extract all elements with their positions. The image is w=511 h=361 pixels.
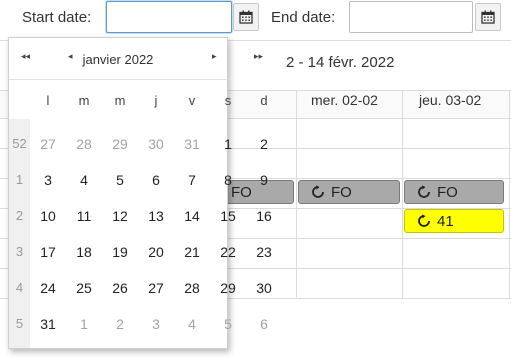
day-cell[interactable]: 8 bbox=[210, 172, 246, 188]
day-cell[interactable]: 7 bbox=[174, 172, 210, 188]
day-cell-other-month[interactable]: 31 bbox=[174, 136, 210, 152]
day-cell[interactable]: 28 bbox=[174, 280, 210, 296]
week-number-column bbox=[9, 119, 30, 348]
day-cell[interactable]: 4 bbox=[66, 172, 102, 188]
week-number: 5 bbox=[15, 316, 24, 331]
day-cell[interactable]: 1 bbox=[210, 136, 246, 152]
next-year-button[interactable]: ▸▸ bbox=[254, 51, 263, 62]
event-label: 41 bbox=[437, 212, 454, 230]
day-cell-other-month[interactable]: 27 bbox=[30, 136, 66, 152]
weekday-header: v bbox=[188, 93, 196, 108]
calendar-icon bbox=[481, 10, 495, 24]
day-cell[interactable]: 15 bbox=[210, 208, 246, 224]
weekday-header: m bbox=[114, 93, 126, 108]
week-number: 4 bbox=[15, 280, 24, 295]
day-cell[interactable]: 31 bbox=[30, 316, 66, 332]
day-cell[interactable]: 13 bbox=[138, 208, 174, 224]
event-label: FO bbox=[437, 183, 458, 201]
event-block[interactable]: FO bbox=[404, 180, 504, 204]
day-cell[interactable]: 14 bbox=[174, 208, 210, 224]
column-header-thu: jeu. 03-02 bbox=[419, 92, 482, 108]
day-cell[interactable]: 10 bbox=[30, 208, 66, 224]
event-block-highlighted[interactable]: 41 bbox=[404, 209, 504, 233]
day-cell[interactable]: 17 bbox=[30, 244, 66, 260]
day-cell-other-month[interactable]: 2 bbox=[102, 316, 138, 332]
day-cell-other-month[interactable]: 29 bbox=[102, 136, 138, 152]
day-cell[interactable]: 26 bbox=[102, 280, 138, 296]
day-cell[interactable]: 9 bbox=[246, 172, 282, 188]
month-year-title[interactable]: janvier 2022 bbox=[9, 52, 227, 67]
day-cell-other-month[interactable]: 30 bbox=[138, 136, 174, 152]
day-cell[interactable]: 19 bbox=[102, 244, 138, 260]
day-cell[interactable]: 24 bbox=[30, 280, 66, 296]
day-cell[interactable]: 6 bbox=[138, 172, 174, 188]
header-separator bbox=[9, 79, 227, 80]
day-cell[interactable]: 21 bbox=[174, 244, 210, 260]
day-cell[interactable]: 18 bbox=[66, 244, 102, 260]
start-date-calendar-button[interactable] bbox=[233, 3, 259, 31]
date-range-toolbar: Start date: End date: bbox=[0, 0, 511, 36]
column-header-wed: mer. 02-02 bbox=[311, 92, 378, 108]
datepicker-popup: ◂◂ ◂ janvier 2022 ▸ ▸▸ l m m j v s d 52 2… bbox=[8, 37, 272, 349]
day-cell-other-month[interactable]: 4 bbox=[174, 316, 210, 332]
day-cell[interactable]: 23 bbox=[246, 244, 282, 260]
day-cell-other-month[interactable]: 5 bbox=[210, 316, 246, 332]
day-cell[interactable]: 12 bbox=[102, 208, 138, 224]
next-month-button[interactable]: ▸ bbox=[212, 51, 217, 62]
week-number: 3 bbox=[15, 244, 24, 259]
start-date-label: Start date: bbox=[22, 9, 92, 26]
weekday-header: j bbox=[154, 93, 158, 108]
week-number: 52 bbox=[12, 136, 27, 151]
week-number: 1 bbox=[15, 172, 24, 187]
week-number: 2 bbox=[15, 208, 24, 223]
end-date-calendar-button[interactable] bbox=[475, 3, 501, 31]
day-cell[interactable]: 25 bbox=[66, 280, 102, 296]
day-cell-other-month[interactable]: 3 bbox=[138, 316, 174, 332]
day-cell[interactable]: 11 bbox=[66, 208, 102, 224]
day-cell[interactable]: 5 bbox=[102, 172, 138, 188]
start-date-input[interactable] bbox=[106, 1, 232, 33]
weekday-header: l bbox=[46, 93, 50, 108]
event-label: FO bbox=[331, 183, 352, 201]
grid-line bbox=[402, 90, 403, 298]
end-date-label: End date: bbox=[271, 9, 336, 26]
grid-line bbox=[509, 90, 510, 298]
date-range-title: 2 - 14 févr. 2022 bbox=[286, 54, 395, 71]
day-cell[interactable]: 16 bbox=[246, 208, 282, 224]
calendar-icon bbox=[239, 10, 253, 24]
weekday-header: s bbox=[224, 93, 232, 108]
day-cell[interactable]: 3 bbox=[30, 172, 66, 188]
recurring-icon bbox=[418, 214, 430, 227]
day-cell-other-month[interactable]: 28 bbox=[66, 136, 102, 152]
day-cell-other-month[interactable]: 6 bbox=[246, 316, 282, 332]
day-cell-other-month[interactable]: 1 bbox=[66, 316, 102, 332]
day-cell[interactable]: 20 bbox=[138, 244, 174, 260]
day-cell[interactable]: 2 bbox=[246, 136, 282, 152]
event-block[interactable]: FO bbox=[298, 180, 400, 204]
end-date-input[interactable] bbox=[349, 1, 473, 33]
recurring-icon bbox=[418, 185, 430, 198]
weekday-header: d bbox=[260, 93, 268, 108]
day-cell[interactable]: 27 bbox=[138, 280, 174, 296]
recurring-icon bbox=[312, 185, 324, 198]
day-cell[interactable]: 29 bbox=[210, 280, 246, 296]
day-cell[interactable]: 22 bbox=[210, 244, 246, 260]
weekday-header: m bbox=[78, 93, 90, 108]
day-cell[interactable]: 30 bbox=[246, 280, 282, 296]
grid-line bbox=[296, 90, 297, 298]
